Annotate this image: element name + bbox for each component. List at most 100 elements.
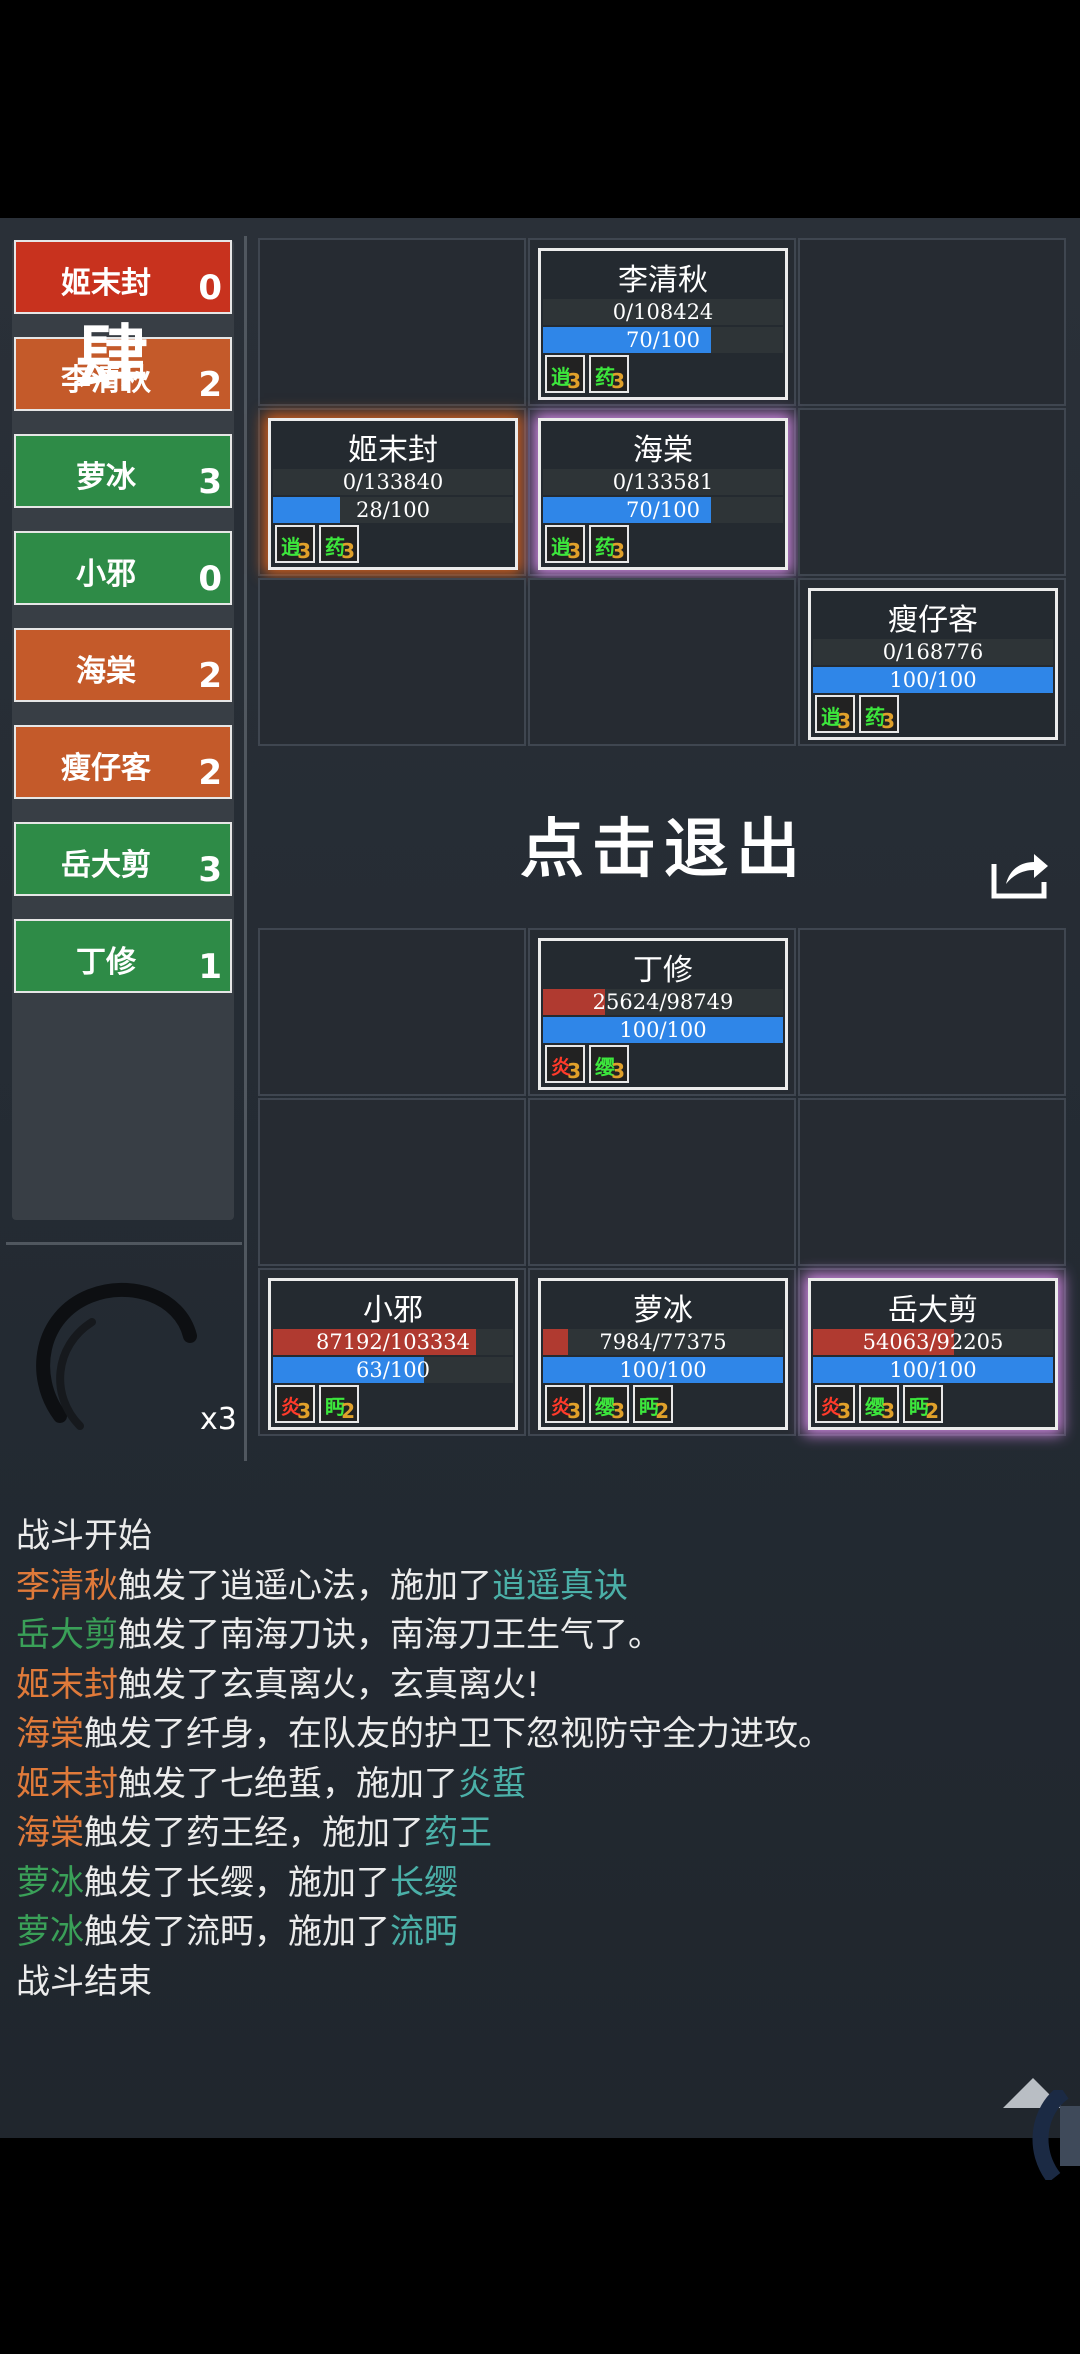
unit-card[interactable]: 李清秋 0/108424 70/100 逍 3 药 3	[538, 248, 788, 400]
formation-cell[interactable]: 萝冰 7984/77375 100/100 炎 3 缨 3 眄 2	[528, 1268, 796, 1436]
buff-badge[interactable]: 逍3	[275, 525, 315, 563]
unit-card[interactable]: 小邪 87192/103334 63/100 炎 3 眄 2	[268, 1278, 518, 1430]
log-line: 姬末封触发了七绝蜇，施加了炎蜇	[16, 1756, 526, 1805]
hp-bar: 0/108424	[543, 299, 783, 325]
formation-cell[interactable]: 姬末封 0/133840 28/100 逍 3 药 3	[258, 408, 526, 576]
buff-row: 炎3眄2	[275, 1385, 359, 1423]
buff-row: 逍3药3	[545, 525, 629, 563]
buff-row: 炎3缨3眄2	[815, 1385, 943, 1423]
formation-cell[interactable]: 瘦仔客 0/168776 100/100 逍 3 药 3	[798, 578, 1066, 746]
buff-row: 逍3药3	[545, 355, 629, 393]
buff-badge[interactable]: 逍3	[815, 695, 855, 733]
buff-badge[interactable]: 眄2	[633, 1385, 673, 1423]
log-effect-name: 药王	[424, 1813, 492, 1853]
hp-bar: 54063/92205	[813, 1329, 1053, 1355]
energy-bar: 70/100	[543, 327, 783, 353]
panel-divider	[244, 236, 247, 1461]
formation-cell[interactable]	[258, 578, 526, 746]
buff-stack-count: 2	[655, 1399, 669, 1423]
formation-cell[interactable]: 丁修 25624/98749 100/100 炎 3 缨 3	[528, 928, 796, 1096]
unit-card[interactable]: 瘦仔客 0/168776 100/100 逍 3 药 3	[808, 588, 1058, 740]
log-text: 战斗开始	[16, 1516, 152, 1556]
buff-badge[interactable]: 药3	[589, 355, 629, 393]
buff-stack-count: 3	[567, 369, 581, 393]
energy-text: 100/100	[619, 1018, 707, 1042]
turn-order-count: 0	[198, 268, 222, 308]
turn-order-item[interactable]: 萝冰 3	[14, 434, 232, 508]
log-text: 触发了药王经，施加了	[84, 1813, 424, 1853]
buff-badge[interactable]: 眄2	[319, 1385, 359, 1423]
unit-card[interactable]: 岳大剪 54063/92205 100/100 炎 3 缨 3 眄 2	[808, 1278, 1058, 1430]
hp-bar: 0/133581	[543, 469, 783, 495]
log-line: 岳大剪触发了南海刀诀，南海刀王生气了。	[16, 1607, 662, 1656]
energy-bar: 70/100	[543, 497, 783, 523]
battle-screen[interactable]: 姬末封 0 李清秋 2 萝冰 3 小邪 0 海棠 2 瘦仔客 2 岳大剪 3 丁修 1 李清秋 0/108424…	[0, 218, 1080, 2138]
battle-log[interactable]: 战斗开始 李清秋触发了逍遥心法，施加了逍遥真诀 岳大剪触发了南海刀诀，南海刀王生气了…	[0, 1458, 1080, 2138]
buff-stack-count: 3	[881, 709, 895, 733]
turn-order-item[interactable]: 丁修 1	[14, 919, 232, 993]
exit-button[interactable]: 点击退出	[520, 798, 808, 890]
formation-cell[interactable]	[258, 238, 526, 406]
formation-cell[interactable]: 岳大剪 54063/92205 100/100 炎 3 缨 3 眄 2	[798, 1268, 1066, 1436]
buff-badge[interactable]: 炎3	[275, 1385, 315, 1423]
hp-text: 0/133581	[612, 470, 714, 494]
buff-badge[interactable]: 逍3	[545, 355, 585, 393]
unit-name: 姬末封	[348, 433, 438, 468]
formation-cell[interactable]	[258, 928, 526, 1096]
buff-badge[interactable]: 药3	[589, 525, 629, 563]
buff-badge[interactable]: 缨3	[859, 1385, 899, 1423]
unit-name: 李清秋	[618, 263, 708, 298]
log-text: 触发了逍遥心法，施加了	[118, 1565, 492, 1606]
formation-cell[interactable]	[798, 928, 1066, 1096]
hp-text: 54063/92205	[862, 1330, 1004, 1354]
unit-name: 萝冰	[633, 1293, 693, 1328]
buff-stack-count: 3	[297, 539, 311, 563]
formation-cell[interactable]	[798, 238, 1066, 406]
turn-order-item[interactable]: 海棠 2	[14, 628, 232, 702]
turn-order-name: 小邪	[76, 557, 136, 592]
unit-name: 海棠	[633, 433, 693, 468]
formation-cell[interactable]	[528, 1098, 796, 1266]
share-icon[interactable]	[990, 850, 1050, 900]
buff-badge[interactable]: 炎3	[545, 1385, 585, 1423]
buff-badge[interactable]: 炎3	[545, 1045, 585, 1083]
buff-badge[interactable]: 缨3	[589, 1385, 629, 1423]
energy-text: 100/100	[889, 668, 977, 692]
buff-stack-count: 3	[611, 1059, 625, 1083]
buff-badge[interactable]: 药3	[319, 525, 359, 563]
log-unit-name: 海棠	[16, 1813, 84, 1853]
formation-cell[interactable]: 李清秋 0/108424 70/100 逍 3 药 3	[528, 238, 796, 406]
unit-card[interactable]: 萝冰 7984/77375 100/100 炎 3 缨 3 眄 2	[538, 1278, 788, 1430]
energy-text: 70/100	[626, 498, 700, 522]
energy-text: 100/100	[889, 1358, 977, 1382]
formation-cell[interactable]: 小邪 87192/103334 63/100 炎 3 眄 2	[258, 1268, 526, 1436]
formation-cell[interactable]	[258, 1098, 526, 1266]
turn-order-item[interactable]: 岳大剪 3	[14, 822, 232, 896]
log-unit-name: 李清秋	[16, 1565, 118, 1606]
unit-card[interactable]: 姬末封 0/133840 28/100 逍 3 药 3	[268, 418, 518, 570]
buff-badge[interactable]: 缨3	[589, 1045, 629, 1083]
formation-cell[interactable]	[798, 1098, 1066, 1266]
buff-badge[interactable]: 药3	[859, 695, 899, 733]
formation-cell[interactable]	[528, 578, 796, 746]
turn-order-name: 岳大剪	[61, 848, 151, 883]
hp-fill	[543, 1329, 568, 1355]
formation-cell[interactable]: 海棠 0/133581 70/100 逍 3 药 3	[528, 408, 796, 576]
buff-stack-count: 3	[837, 709, 851, 733]
unit-card[interactable]: 丁修 25624/98749 100/100 炎 3 缨 3	[538, 938, 788, 1090]
buff-badge[interactable]: 逍3	[545, 525, 585, 563]
formation-cell[interactable]	[798, 408, 1066, 576]
buff-row: 炎3缨3眄2	[545, 1385, 673, 1423]
buff-badge[interactable]: 炎3	[815, 1385, 855, 1423]
unit-card[interactable]: 海棠 0/133581 70/100 逍 3 药 3	[538, 418, 788, 570]
ally-formation-grid: 丁修 25624/98749 100/100 炎 3 缨 3 小邪 87192/103334 63…	[258, 928, 1068, 1438]
hp-text: 0/133840	[342, 470, 444, 494]
buff-stack-count: 3	[611, 539, 625, 563]
turn-order-item[interactable]: 瘦仔客 2	[14, 725, 232, 799]
turn-order-name: 海棠	[76, 654, 136, 689]
brush-swirl-icon	[36, 1282, 197, 1430]
buff-badge[interactable]: 眄2	[903, 1385, 943, 1423]
turn-order-item[interactable]: 小邪 0	[14, 531, 232, 605]
speed-toggle-button[interactable]: 肆	[76, 300, 148, 405]
turn-order-count: 3	[198, 850, 222, 890]
